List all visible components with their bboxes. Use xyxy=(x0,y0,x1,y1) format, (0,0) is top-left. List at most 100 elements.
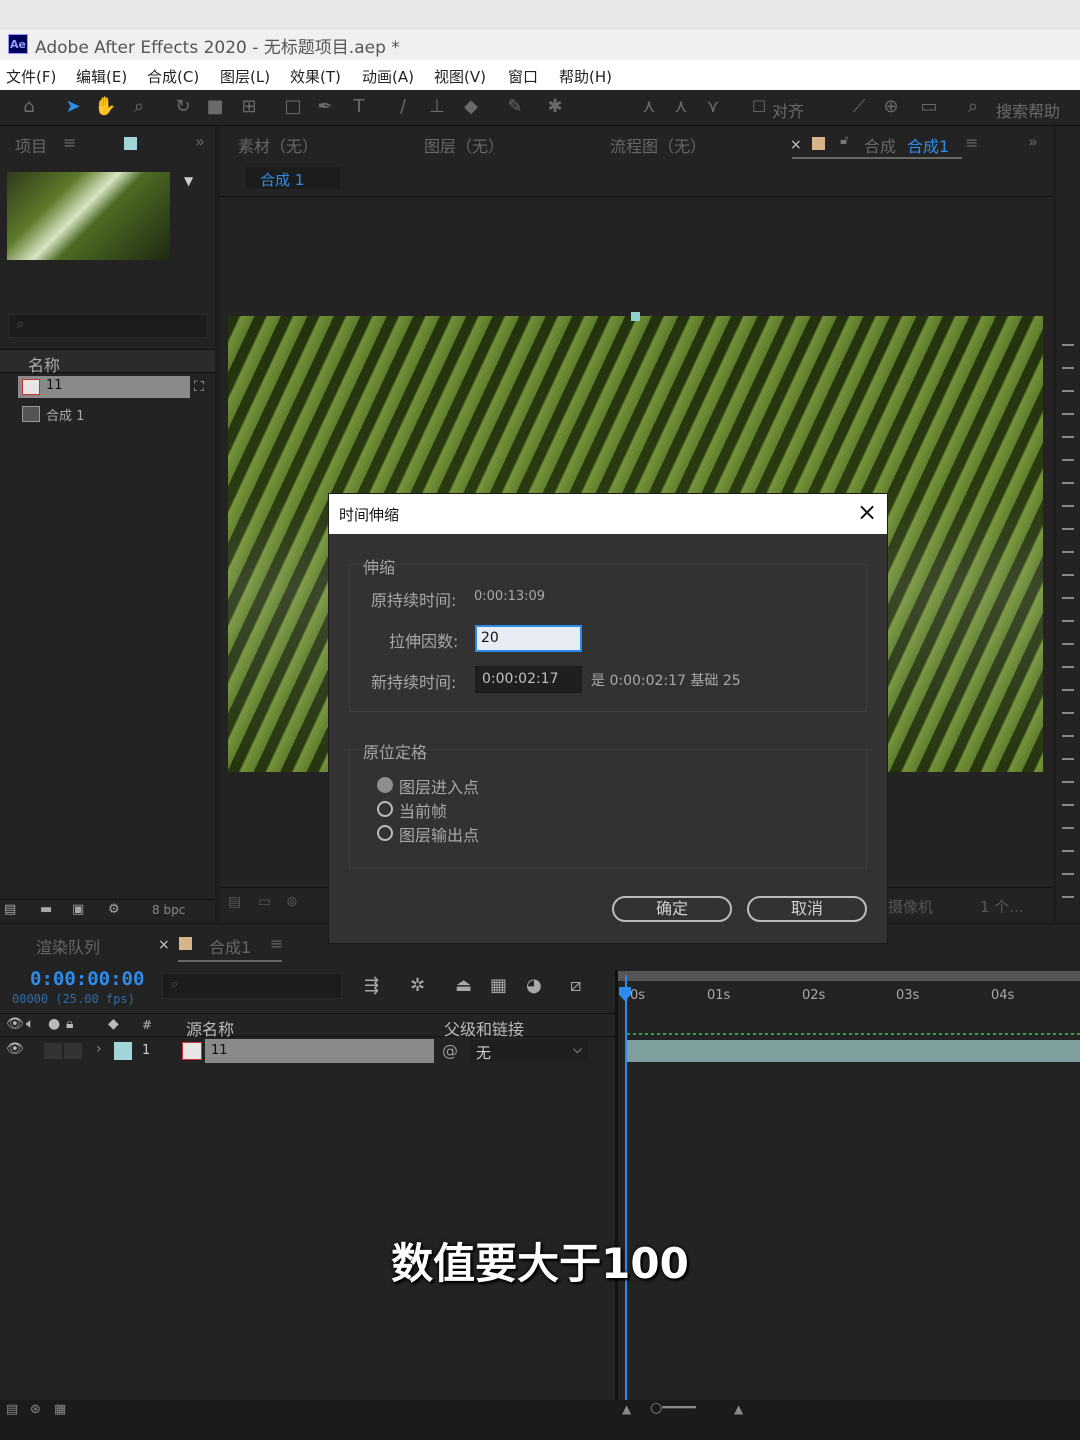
project-item-row[interactable]: 11 xyxy=(18,376,190,398)
transfer-controls-icon[interactable]: ⊛ xyxy=(30,1402,41,1417)
close-tab-icon[interactable]: × xyxy=(158,937,170,953)
frame-blending-icon[interactable]: ▦ xyxy=(490,975,507,996)
hand-tool-icon[interactable]: ✋ xyxy=(94,96,116,118)
expand-chevron-icon[interactable]: › xyxy=(96,1041,102,1057)
panel-menu-icon[interactable]: ≡ xyxy=(63,133,76,152)
parent-dropdown[interactable]: 无 ⌵ xyxy=(470,1040,588,1062)
project-search-input[interactable]: ⌕ xyxy=(8,314,208,338)
column-source-name[interactable]: 源名称 xyxy=(186,1016,234,1040)
always-preview-icon[interactable]: ▤ xyxy=(228,894,241,910)
search-help-input[interactable]: 搜索帮助 xyxy=(996,98,1060,122)
pen-tool-icon[interactable]: ✒ xyxy=(314,96,336,118)
selection-tool-icon[interactable]: ➤ xyxy=(62,96,84,118)
zoom-out-icon[interactable]: ▲ xyxy=(622,1402,631,1416)
grid-icon[interactable]: ⊕ xyxy=(880,96,902,118)
layer-duration-bar[interactable] xyxy=(627,1040,1080,1062)
radio-layer-in-point[interactable] xyxy=(377,777,393,793)
new-duration-input[interactable]: 0:00:02:17 xyxy=(475,666,582,693)
motion-blur-icon[interactable]: ◕ xyxy=(526,975,542,996)
cancel-button[interactable]: 取消 xyxy=(747,896,867,922)
dropdown-arrow-icon[interactable]: ▼ xyxy=(184,174,193,188)
pickwhip-icon[interactable]: @ xyxy=(442,1041,458,1060)
timeline-search-input[interactable]: ⌕ xyxy=(162,973,342,999)
shy-layers-icon[interactable]: ⏏ xyxy=(455,975,472,996)
audio-icon[interactable]: 🔈︎ xyxy=(26,1016,34,1032)
layer-name-cell[interactable]: 11 xyxy=(205,1039,434,1063)
column-parent[interactable]: 父级和链接 xyxy=(444,1016,524,1040)
menu-layer[interactable]: 图层(L) xyxy=(220,66,270,87)
lock-icon[interactable]: 🔓︎ xyxy=(840,133,848,148)
new-composition-icon[interactable]: ▣ xyxy=(72,902,84,917)
current-timecode[interactable]: 0:00:00:00 xyxy=(30,968,144,990)
menu-help[interactable]: 帮助(H) xyxy=(559,66,612,87)
lock-icon[interactable]: 🔒︎ xyxy=(66,1016,73,1032)
bpc-label[interactable]: 8 bpc xyxy=(152,903,185,917)
zoom-in-icon[interactable]: ▲ xyxy=(734,1402,743,1416)
tab-footage[interactable]: 素材（无） xyxy=(238,133,318,157)
project-item-row[interactable]: 合成 1 xyxy=(18,403,190,425)
tab-render-queue[interactable]: 渲染队列 xyxy=(36,934,100,958)
pan-behind-tool-icon[interactable]: ⊞ xyxy=(238,96,260,118)
home-icon[interactable]: ⌂ xyxy=(18,96,40,118)
in-out-icon[interactable]: ▦ xyxy=(54,1402,66,1417)
close-tab-icon[interactable]: × xyxy=(790,137,802,153)
monitor-icon[interactable]: ▭ xyxy=(258,894,271,910)
rotate-tool-icon[interactable]: ↻ xyxy=(172,96,194,118)
anchor-handle[interactable] xyxy=(631,312,640,321)
effects-list-chevrons[interactable] xyxy=(1062,327,1074,907)
world-axis-icon[interactable]: ⋏ xyxy=(670,96,692,118)
active-camera-dropdown[interactable]: 摄像机 xyxy=(888,896,933,917)
work-area-bar[interactable] xyxy=(618,971,1080,981)
new-folder-icon[interactable]: ▬ xyxy=(40,902,52,917)
close-icon[interactable]: × xyxy=(857,498,877,526)
interpret-footage-icon[interactable]: ▤ xyxy=(4,902,16,917)
tab-composition[interactable]: 合成1 xyxy=(907,133,949,157)
composition-breadcrumb[interactable]: 合成 1 xyxy=(246,167,340,189)
snap-icon[interactable]: ⟋ xyxy=(848,96,870,118)
graph-editor-icon[interactable]: ⧄ xyxy=(570,975,581,996)
workspace-icon[interactable]: ▭ xyxy=(918,96,940,118)
tab-timeline-composition[interactable]: 合成1 xyxy=(209,934,251,958)
composition-mini-flowchart-icon[interactable]: ⇶ xyxy=(364,975,379,996)
vr-icon[interactable]: ⊚ xyxy=(286,894,298,910)
playhead[interactable] xyxy=(625,975,627,1400)
tab-flowchart[interactable]: 流程图（无） xyxy=(610,133,706,157)
tab-project[interactable]: 项目 xyxy=(15,133,47,157)
lock-toggle[interactable] xyxy=(64,1043,82,1059)
roto-brush-tool-icon[interactable]: ✎ xyxy=(504,96,526,118)
panel-menu-icon[interactable]: ≡ xyxy=(965,133,978,152)
menu-file[interactable]: 文件(F) xyxy=(6,66,56,87)
stretch-factor-input[interactable]: 20 xyxy=(475,625,582,652)
menu-edit[interactable]: 编辑(E) xyxy=(76,66,127,87)
menu-composition[interactable]: 合成(C) xyxy=(147,66,199,87)
brush-tool-icon[interactable]: / xyxy=(392,96,414,118)
label-tag-icon[interactable]: ◆ xyxy=(108,1016,119,1032)
ok-button[interactable]: 确定 xyxy=(612,896,732,922)
visibility-icon[interactable]: 👁︎ xyxy=(6,1041,24,1057)
local-axis-icon[interactable]: ⋏ xyxy=(638,96,660,118)
layer-label-color[interactable] xyxy=(114,1042,132,1060)
menu-animation[interactable]: 动画(A) xyxy=(362,66,414,87)
menu-window[interactable]: 窗口 xyxy=(508,66,538,87)
eye-icon[interactable]: 👁︎ xyxy=(6,1016,24,1032)
panel-menu-icon[interactable]: ≡ xyxy=(270,934,283,953)
panel-overflow-icon[interactable]: » xyxy=(1028,132,1038,151)
flowchart-icon[interactable]: ⛶ xyxy=(194,379,204,395)
radio-current-frame[interactable] xyxy=(377,801,393,817)
menu-view[interactable]: 视图(V) xyxy=(434,66,486,87)
tab-layer[interactable]: 图层（无） xyxy=(424,133,504,157)
align-checkbox-icon[interactable]: ☐ xyxy=(748,96,770,118)
rectangle-tool-icon[interactable]: □ xyxy=(282,96,304,118)
layer-switches-icon[interactable]: ▤ xyxy=(6,1402,18,1417)
project-settings-icon[interactable]: ⚙ xyxy=(108,902,120,917)
solo-icon[interactable]: ● xyxy=(48,1016,60,1032)
solo-toggle[interactable] xyxy=(44,1043,62,1059)
search-icon[interactable]: ⌕ xyxy=(962,96,984,118)
draft-3d-icon[interactable]: ✲ xyxy=(410,975,425,996)
zoom-slider[interactable]: ○━━━━ xyxy=(650,1400,696,1416)
view-axis-icon[interactable]: ⋎ xyxy=(702,96,724,118)
eraser-tool-icon[interactable]: ◆ xyxy=(460,96,482,118)
zoom-tool-icon[interactable]: ⌕ xyxy=(128,96,150,118)
layer-row[interactable]: 👁︎ › 1 11 @ 无 ⌵ xyxy=(0,1039,615,1063)
panel-overflow-icon[interactable]: » xyxy=(195,132,205,151)
